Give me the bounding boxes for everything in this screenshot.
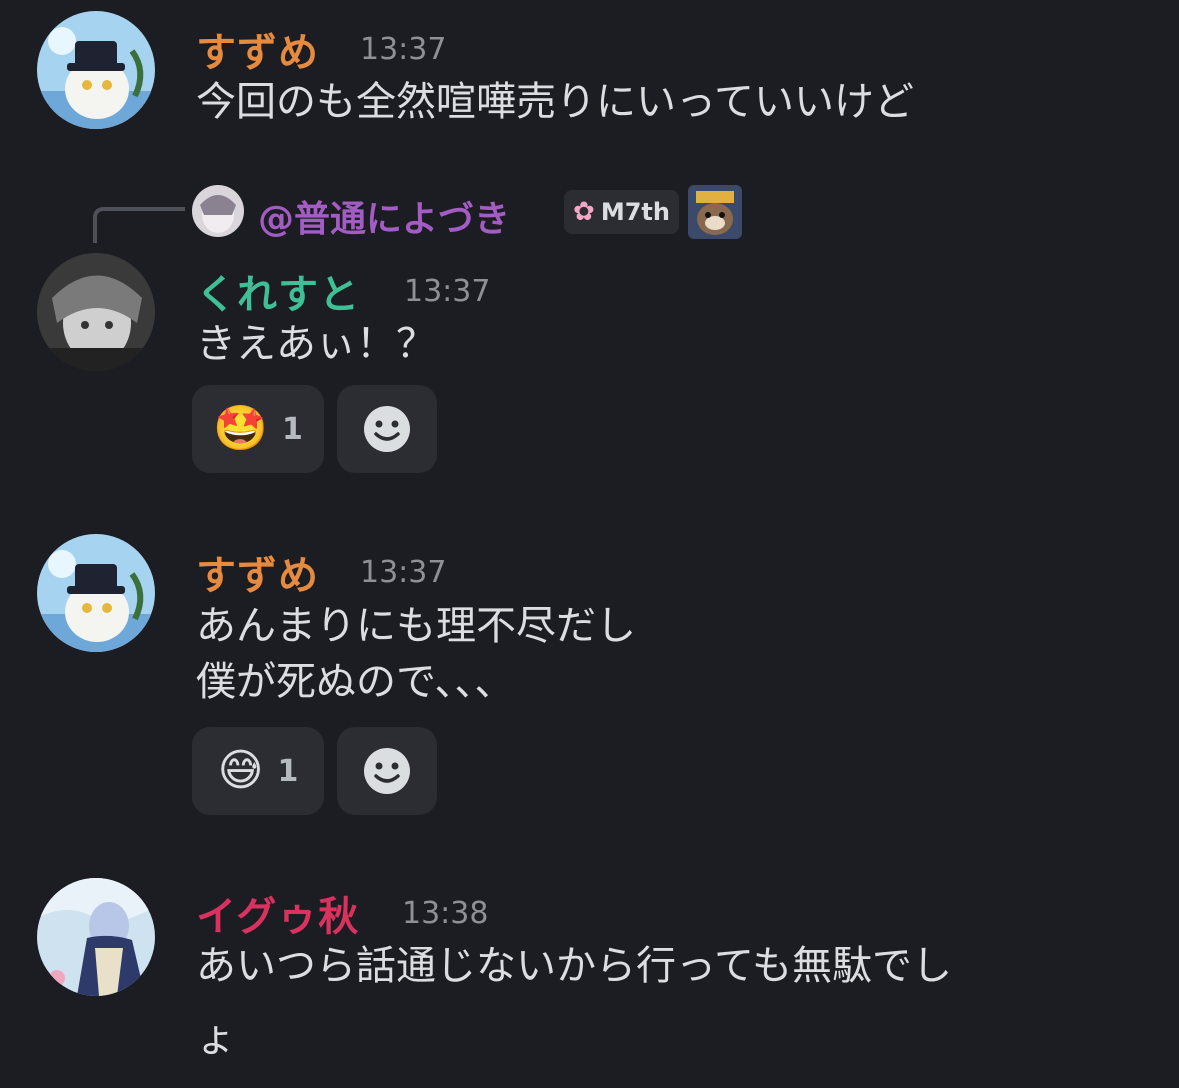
- avatar-kuresuto[interactable]: [37, 253, 155, 371]
- smiley-add-reaction-icon: [364, 406, 410, 452]
- role-badge: ✿ M7th: [564, 190, 679, 234]
- cherry-blossom-icon: ✿: [573, 197, 595, 227]
- author-name[interactable]: くれすと: [196, 262, 360, 320]
- message-text: 今回のも全然喧嘩売りにいっていいけど: [196, 79, 914, 125]
- avatar-suzume[interactable]: [37, 534, 155, 652]
- smiley-add-reaction-icon: [364, 748, 410, 794]
- timestamp: 13:37: [360, 32, 447, 67]
- author-name[interactable]: すずめ: [196, 20, 319, 78]
- reply-mention[interactable]: @普通によづき: [258, 190, 510, 242]
- reaction-sweat-smile[interactable]: 😅 1: [192, 727, 324, 815]
- timestamp: 13:37: [360, 555, 447, 590]
- message-text-line-2: ょ: [196, 1015, 236, 1061]
- sweat-smile-emoji: 😅: [217, 745, 264, 796]
- message-text-line-1: あいつら話通じないから行っても無駄でし: [196, 943, 952, 989]
- badge-label: M7th: [600, 198, 670, 226]
- timestamp: 13:37: [404, 274, 491, 309]
- reaction-star-struck[interactable]: 🤩 1: [192, 385, 324, 473]
- message-text-line-2: 僕が死ぬので、、、: [196, 659, 515, 705]
- avatar-iguaki[interactable]: [37, 878, 155, 996]
- message-text-line-1: あんまりにも理不尽だし: [196, 603, 636, 649]
- add-reaction-button[interactable]: [337, 727, 437, 815]
- add-reaction-button[interactable]: [337, 385, 437, 473]
- reply-avatar[interactable]: [192, 185, 244, 237]
- tanuki-icon: [688, 185, 742, 239]
- star-struck-emoji: 🤩: [213, 403, 268, 454]
- message-text: きえあぃ！？: [196, 321, 436, 367]
- timestamp: 13:38: [402, 896, 489, 931]
- reaction-count: 1: [281, 411, 303, 447]
- avatar-suzume[interactable]: [37, 11, 155, 129]
- author-name[interactable]: イグゥ秋: [196, 884, 359, 942]
- author-name[interactable]: すずめ: [196, 543, 319, 601]
- reply-connector: [93, 207, 185, 243]
- reaction-count: 1: [277, 753, 299, 789]
